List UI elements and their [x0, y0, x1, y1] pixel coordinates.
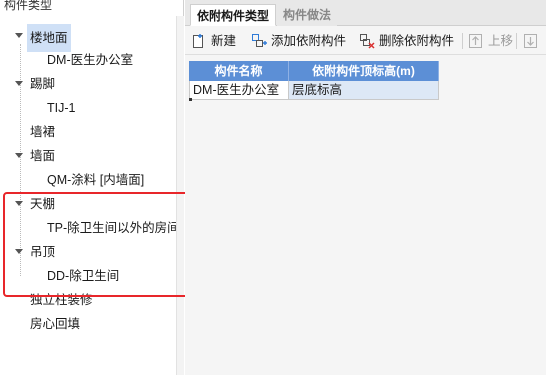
tree-label: 墙裙: [30, 125, 56, 139]
new-file-icon: [193, 34, 203, 48]
arrow-up-icon: [469, 34, 482, 48]
tree-label: TIJ-1: [47, 101, 76, 115]
tree-label: 踢脚: [30, 77, 56, 91]
tree-label: QM-涂料 [内墙面]: [47, 173, 145, 187]
move-up-button[interactable]: 上移: [468, 32, 514, 50]
tree-node-suspended-ceiling-child[interactable]: DD-除卫生间: [47, 264, 119, 288]
delete-attached-button[interactable]: 删除依附构件: [359, 32, 459, 50]
attached-component-panel: 依附构件类型 构件做法 新建 添加依附构件 删除依附构件 上移 构件名称 依附构…: [185, 0, 546, 375]
toolbar-separator: [462, 33, 463, 49]
tree-label: TP-除卫生间以外的房间: [47, 221, 180, 235]
collapse-arrow-icon[interactable]: [14, 247, 24, 257]
collapse-arrow-icon[interactable]: [14, 151, 24, 161]
collapse-arrow-icon[interactable]: [14, 199, 24, 209]
tree-label: 房心回填: [30, 317, 81, 331]
collapse-arrow-icon[interactable]: [14, 79, 24, 89]
move-up-label: 上移: [488, 34, 514, 48]
component-type-panel: 构件类型 楼地面 DM-医生办公室 踢脚 TIJ-1 墙裙 墙面 QM-涂料 […: [0, 0, 184, 375]
delete-attached-label: 删除依附构件: [379, 34, 455, 48]
new-label: 新建: [211, 34, 237, 48]
add-attached-label: 添加依附构件: [271, 34, 347, 48]
tree-scrollbar[interactable]: [176, 16, 184, 375]
new-button[interactable]: 新建: [191, 32, 243, 50]
toolbar: 新建 添加依附构件 删除依附构件 上移: [185, 27, 546, 55]
cell-component-name[interactable]: DM-医生办公室: [189, 81, 289, 100]
tree-node-floor-child[interactable]: DM-医生办公室: [47, 48, 133, 72]
tab-attached-type[interactable]: 依附构件类型: [190, 4, 277, 26]
move-down-button[interactable]: [523, 32, 543, 50]
toolbar-separator: [516, 33, 517, 49]
add-component-icon: [252, 34, 267, 47]
tree-label: 墙面: [30, 149, 56, 163]
add-attached-button[interactable]: 添加依附构件: [251, 32, 351, 50]
tree-node-column[interactable]: 独立柱装修: [30, 288, 93, 312]
panel-title: 构件类型: [4, 0, 53, 12]
tree-node-wall-child[interactable]: QM-涂料 [内墙面]: [47, 168, 144, 192]
column-header-elevation[interactable]: 依附构件顶标高(m): [289, 61, 439, 81]
cell-top-elevation[interactable]: 层底标高: [289, 81, 439, 100]
row-marker: [189, 98, 192, 101]
delete-component-icon: [360, 34, 375, 49]
arrow-down-icon: [524, 34, 537, 48]
tree-label: 天棚: [30, 197, 56, 211]
tab-bar: 依附构件类型 构件做法: [185, 0, 546, 26]
tree-node-skirting-child[interactable]: TIJ-1: [47, 96, 75, 120]
tree-node-room-fill[interactable]: 房心回填: [30, 312, 80, 336]
collapse-arrow-icon[interactable]: [14, 31, 24, 41]
tree-label: 独立柱装修: [30, 293, 93, 307]
tree-label: DM-医生办公室: [47, 53, 134, 67]
tab-component-method[interactable]: 构件做法: [277, 4, 338, 26]
tree-node-dado[interactable]: 墙裙: [30, 120, 55, 144]
tree-label: 吊顶: [30, 245, 56, 259]
tree-label: DD-除卫生间: [47, 269, 120, 283]
tree-node-ceiling-child[interactable]: TP-除卫生间以外的房间: [47, 216, 180, 240]
column-header-name[interactable]: 构件名称: [189, 61, 289, 81]
